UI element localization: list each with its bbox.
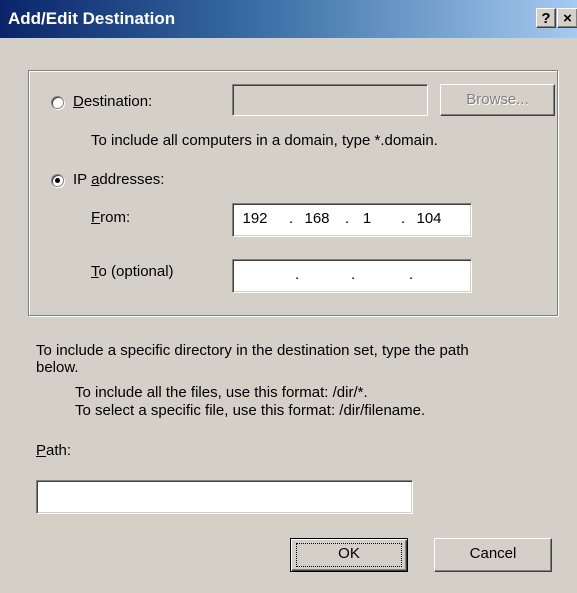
ip-separator: . [289,210,294,227]
domain-hint: To include all computers in a domain, ty… [91,132,438,149]
help-button[interactable]: ? [536,8,556,28]
format-specific-file: To select a specific file, use this form… [75,402,426,419]
browse-button[interactable]: Browse... [440,84,555,116]
ip-addresses-label[interactable]: IP addresses: [73,171,164,188]
help-icon: ? [541,10,551,27]
title-bar[interactable]: Add/Edit Destination ? × [0,0,577,38]
close-icon: × [563,10,572,27]
ip-separator: . [295,266,300,283]
to-ip-field[interactable]: . . . [232,259,472,293]
destination-radio[interactable] [51,96,64,109]
from-octet-1[interactable]: 192 [235,210,275,227]
path-intro-line2: below. [36,359,79,376]
to-label: To (optional) [91,263,174,280]
dialog-window: Add/Edit Destination ? × Destination: Br… [0,0,577,593]
path-intro-line1: To include a specific directory in the d… [36,342,469,359]
close-button[interactable]: × [557,8,577,28]
destination-input[interactable] [232,84,428,116]
window-title: Add/Edit Destination [8,9,176,28]
ok-button[interactable]: OK [290,538,408,572]
from-octet-2[interactable]: 168 [297,210,337,227]
path-input[interactable] [36,480,413,514]
from-octet-4[interactable]: 104 [409,210,449,227]
cancel-button[interactable]: Cancel [434,538,552,572]
from-label: From: [91,209,131,226]
from-octet-3[interactable]: 1 [347,210,387,227]
ip-separator: . [351,266,356,283]
destination-label[interactable]: Destination: [73,93,152,110]
from-ip-field[interactable]: 192 . 168 . 1 . 104 [232,203,472,237]
ip-addresses-radio[interactable] [51,174,64,187]
ip-separator: . [409,266,414,283]
format-all-files: To include all the files, use this forma… [75,384,368,401]
path-label: Path: [36,442,72,459]
radio-selected-dot [55,178,60,183]
ip-separator: . [401,210,406,227]
